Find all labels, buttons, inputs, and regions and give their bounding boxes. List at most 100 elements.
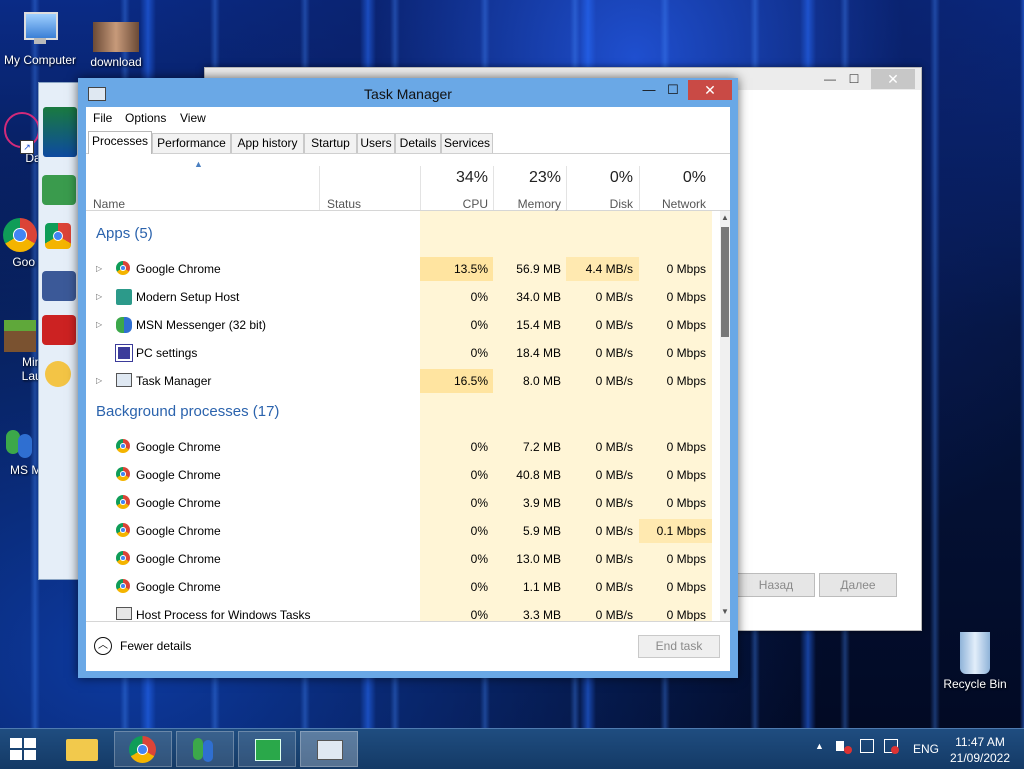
- close-icon[interactable]: ✕: [688, 80, 732, 100]
- column-divider: [319, 166, 320, 210]
- scroll-down-icon[interactable]: ▼: [721, 607, 729, 616]
- process-cpu: 0%: [470, 496, 488, 510]
- table-row[interactable]: Google Chrome 0% 1.1 MB 0 MB/s 0 Mbps: [86, 573, 720, 601]
- volume-muted-icon[interactable]: [836, 739, 852, 754]
- network-icon[interactable]: [860, 739, 874, 753]
- table-row[interactable]: Google Chrome 0% 13.0 MB 0 MB/s 0 Mbps: [86, 545, 720, 573]
- minimize-icon[interactable]: —: [636, 80, 662, 100]
- column-name[interactable]: Name: [93, 197, 125, 211]
- tab-processes[interactable]: Processes: [88, 131, 152, 154]
- close-icon[interactable]: ✕: [871, 69, 915, 89]
- process-disk: 0 MB/s: [595, 580, 633, 594]
- start-button[interactable]: [10, 738, 36, 760]
- desktop-icon-my-computer[interactable]: My Computer: [0, 10, 80, 67]
- process-disk: 4.4 MB/s: [585, 262, 633, 276]
- process-network: 0 Mbps: [666, 346, 706, 360]
- process-memory: 56.9 MB: [516, 262, 561, 276]
- table-row[interactable]: Google Chrome 0% 3.9 MB 0 MB/s 0 Mbps: [86, 489, 720, 517]
- vertical-scrollbar[interactable]: ▲ ▼: [720, 211, 730, 621]
- taskbar-chrome[interactable]: [114, 731, 172, 767]
- table-row[interactable]: ▷ Google Chrome 13.5% 56.9 MB 4.4 MB/s 0 Mbps: [86, 255, 720, 283]
- tab-startup[interactable]: Startup: [304, 133, 357, 153]
- taskbar-setup[interactable]: [238, 731, 296, 767]
- photo-thumbnail: [93, 22, 139, 52]
- task-manager-window[interactable]: Task Manager — ☐ ✕ File Options View Pro…: [78, 78, 738, 678]
- expand-chevron-icon[interactable]: ▷: [96, 264, 102, 273]
- taskbar-file-explorer[interactable]: [54, 731, 112, 767]
- column-status[interactable]: Status: [327, 197, 361, 211]
- weather-icon[interactable]: [45, 361, 71, 387]
- action-center-icon[interactable]: [884, 739, 899, 754]
- setup-icon: [255, 739, 281, 761]
- clock-time[interactable]: 11:47 AM: [950, 735, 1010, 749]
- tab-users[interactable]: Users: [357, 133, 395, 153]
- tab-details[interactable]: Details: [395, 133, 441, 153]
- end-task-button[interactable]: End task: [638, 635, 720, 658]
- menu-options[interactable]: Options: [125, 111, 166, 125]
- process-cpu: 13.5%: [453, 262, 488, 276]
- process-network: 0 Mbps: [666, 552, 706, 566]
- tab-services[interactable]: Services: [441, 133, 493, 153]
- computer-icon: [20, 10, 60, 50]
- table-row[interactable]: Google Chrome 0% 40.8 MB 0 MB/s 0 Mbps: [86, 461, 720, 489]
- column-divider: [493, 166, 494, 210]
- cpu-total-pct: 34%: [455, 169, 488, 186]
- table-row[interactable]: Google Chrome 0% 7.2 MB 0 MB/s 0 Mbps: [86, 433, 720, 461]
- language-indicator[interactable]: ENG: [913, 742, 939, 756]
- expand-chevron-icon[interactable]: ▷: [96, 292, 102, 301]
- process-memory: 3.3 MB: [522, 608, 561, 621]
- table-row[interactable]: Host Process for Windows Tasks 0% 3.3 MB 0 …: [86, 601, 720, 621]
- task-manager-icon: [317, 740, 343, 760]
- msn-icon: [4, 426, 36, 460]
- msn-contact-icon[interactable]: [42, 175, 76, 205]
- table-row[interactable]: PC settings 0% 18.4 MB 0 MB/s 0 Mbps: [86, 339, 720, 367]
- process-cpu: 0%: [470, 468, 488, 482]
- column-memory[interactable]: Memory: [499, 197, 561, 211]
- table-row[interactable]: ▷ Modern Setup Host 0% 34.0 MB 0 MB/s 0 Mbps: [86, 283, 720, 311]
- process-network: 0.1 Mbps: [656, 524, 706, 538]
- column-disk[interactable]: Disk: [572, 197, 633, 211]
- fewer-details-link[interactable]: Fewer details: [120, 639, 191, 653]
- taskbar-msn[interactable]: [176, 731, 234, 767]
- tab-performance[interactable]: Performance: [152, 133, 231, 153]
- apps-group-header[interactable]: Apps (5): [96, 225, 153, 242]
- menu-file[interactable]: File: [93, 111, 112, 125]
- table-row[interactable]: ▷ Task Manager 16.5% 8.0 MB 0 MB/s 0 Mbps: [86, 367, 720, 395]
- column-cpu[interactable]: CPU: [426, 197, 488, 211]
- chrome-icon: [116, 579, 130, 593]
- process-cpu: 0%: [470, 440, 488, 454]
- chevron-up-icon[interactable]: ︿: [94, 637, 112, 655]
- table-row[interactable]: ▷ MSN Messenger (32 bit) 0% 15.4 MB 0 MB/s 0 …: [86, 311, 720, 339]
- tab-app-history[interactable]: App history: [231, 133, 304, 153]
- next-button[interactable]: Далее: [819, 573, 897, 597]
- scroll-up-icon[interactable]: ▲: [721, 213, 729, 222]
- column-network[interactable]: Network: [645, 197, 706, 211]
- youtube-icon[interactable]: [42, 315, 76, 345]
- chrome-icon[interactable]: [45, 223, 71, 249]
- process-name: PC settings: [136, 346, 198, 360]
- back-button[interactable]: Назад: [737, 573, 815, 597]
- clock-date[interactable]: 21/09/2022: [946, 751, 1014, 765]
- minimize-icon[interactable]: —: [817, 70, 843, 88]
- desktop-icon-download[interactable]: download: [76, 22, 156, 69]
- facebook-icon[interactable]: [42, 271, 76, 301]
- expand-chevron-icon[interactable]: ▷: [96, 376, 102, 385]
- shortcut-arrow-icon: ↗: [20, 140, 34, 154]
- maximize-icon[interactable]: ☐: [841, 70, 867, 88]
- background-group-header[interactable]: Background processes (17): [96, 403, 279, 420]
- titlebar[interactable]: Task Manager — ☐ ✕: [78, 78, 738, 107]
- maximize-icon[interactable]: ☐: [660, 80, 686, 100]
- host-process-icon: [116, 607, 132, 620]
- expand-chevron-icon[interactable]: ▷: [96, 320, 102, 329]
- process-disk: 0 MB/s: [595, 374, 633, 388]
- process-disk: 0 MB/s: [595, 346, 633, 360]
- show-hidden-icons[interactable]: ▲: [815, 741, 824, 751]
- taskbar-task-manager[interactable]: [300, 731, 358, 767]
- process-name: Google Chrome: [136, 496, 221, 510]
- menu-view[interactable]: View: [180, 111, 206, 125]
- table-row[interactable]: Google Chrome 0% 5.9 MB 0 MB/s 0.1 Mbps: [86, 517, 720, 545]
- gear-icon: [115, 344, 133, 362]
- process-cpu: 0%: [470, 346, 488, 360]
- scroll-thumb[interactable]: [721, 227, 729, 337]
- desktop-icon-recycle-bin[interactable]: Recycle Bin: [935, 632, 1015, 691]
